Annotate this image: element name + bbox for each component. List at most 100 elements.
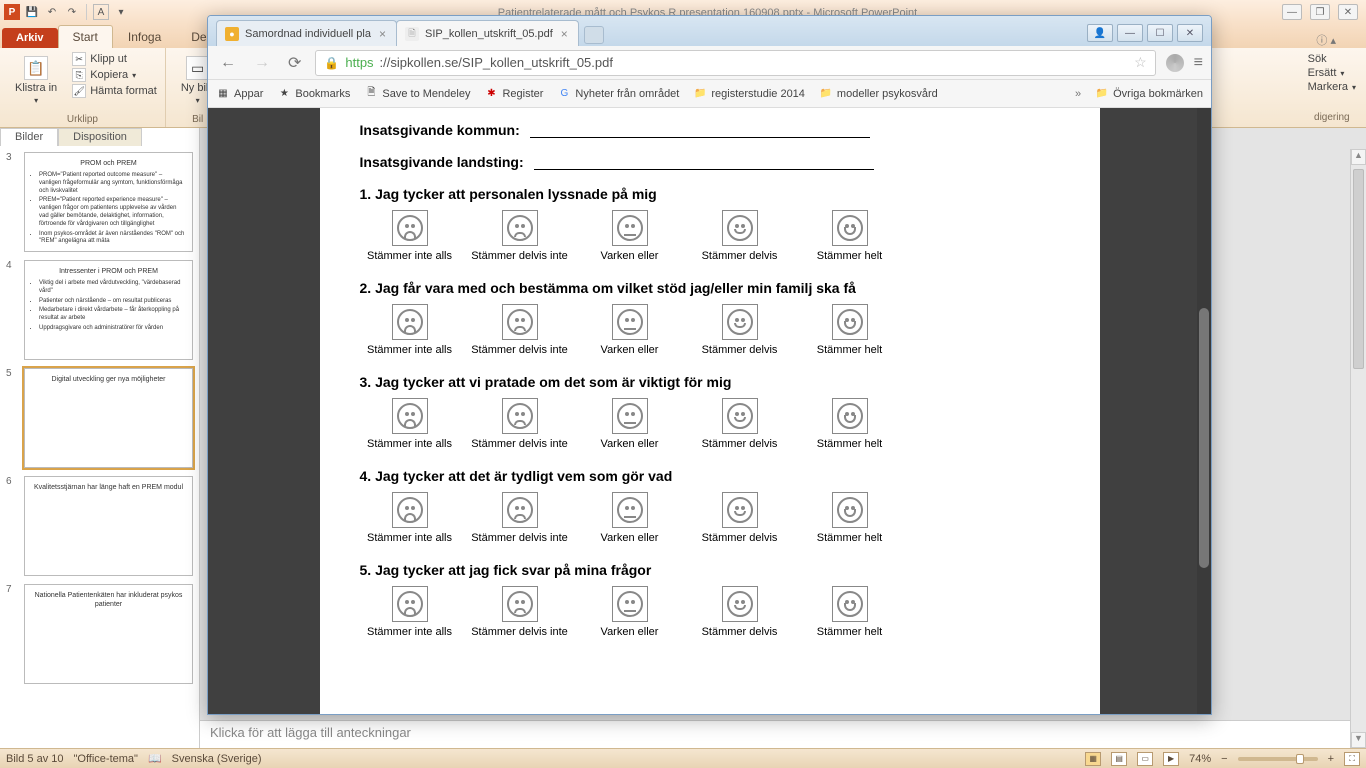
question-option[interactable]: Stämmer inte alls [360, 210, 460, 262]
question-option[interactable]: Stämmer inte alls [360, 304, 460, 356]
status-spellcheck-icon[interactable]: 📖 [148, 752, 162, 765]
question-option[interactable]: Varken eller [580, 586, 680, 638]
zoom-slider-thumb[interactable] [1296, 754, 1304, 764]
minimize-button[interactable]: — [1282, 4, 1302, 20]
input-line-kommun[interactable] [530, 124, 870, 138]
zoom-in-button[interactable]: + [1328, 753, 1334, 765]
scroll-thumb[interactable] [1353, 169, 1364, 369]
question-option[interactable]: Stämmer helt [800, 586, 900, 638]
question-option[interactable]: Stämmer helt [800, 398, 900, 450]
chrome-close-button[interactable]: ✕ [1177, 24, 1203, 42]
ribbon-help-icon[interactable]: ⓘ ▴ [1316, 32, 1366, 48]
question-option[interactable]: Stämmer delvis [690, 586, 790, 638]
bookmark-item[interactable]: ✱Register [484, 87, 543, 101]
chrome-menu-icon[interactable]: ≡ [1194, 54, 1203, 72]
question-option[interactable]: Stämmer inte alls [360, 398, 460, 450]
view-normal-icon[interactable]: ▦ [1085, 752, 1101, 766]
find-button[interactable]: Sök [1308, 52, 1356, 66]
bookmark-item[interactable]: GNyheter från området [557, 87, 679, 101]
format-painter-button[interactable]: 🖌Hämta format [72, 83, 157, 99]
bookmark-folder[interactable]: 📁modeller psykosvård [819, 87, 938, 101]
tab-insert[interactable]: Infoga [113, 25, 176, 48]
chrome-maximize-button[interactable]: ☐ [1147, 24, 1173, 42]
slide-thumbnail[interactable]: 6Kvalitetsstjärnan har länge haft en PRE… [0, 472, 199, 580]
paste-dropdown-icon[interactable]: ▾ [34, 96, 38, 105]
question-option[interactable]: Stämmer delvis [690, 398, 790, 450]
select-button[interactable]: Markera ▾ [1308, 80, 1356, 94]
scroll-up-icon[interactable]: ▲ [1351, 149, 1366, 165]
chrome-minimize-button[interactable]: — [1117, 24, 1143, 42]
question-option[interactable]: Stämmer delvis inte [470, 492, 570, 544]
question-option[interactable]: Stämmer delvis [690, 210, 790, 262]
slide-thumbnail[interactable]: 4Intressenter i PROM och PREMViktig del … [0, 256, 199, 364]
question-option[interactable]: Varken eller [580, 398, 680, 450]
question-option[interactable]: Stämmer delvis inte [470, 304, 570, 356]
editor-scrollbar[interactable]: ▲ ▼ [1350, 149, 1366, 748]
zoom-out-button[interactable]: − [1221, 753, 1227, 765]
reload-button[interactable]: ⟳ [284, 51, 305, 75]
question-option[interactable]: Stämmer helt [800, 210, 900, 262]
thumb-tab-slides[interactable]: Bilder [0, 128, 58, 146]
bookmark-item[interactable]: ★Bookmarks [277, 87, 350, 101]
view-slideshow-icon[interactable]: ▶ [1163, 752, 1179, 766]
other-bookmarks[interactable]: 📁Övriga bokmärken [1095, 87, 1203, 101]
tab-file[interactable]: Arkiv [2, 28, 58, 48]
bookmark-star-icon[interactable]: ☆ [1134, 54, 1147, 71]
bookmark-folder[interactable]: 📁registerstudie 2014 [693, 87, 805, 101]
slide-thumbnail[interactable]: 3PROM och PREMPROM="Patient reported out… [0, 148, 199, 256]
question-option[interactable]: Stämmer delvis inte [470, 210, 570, 262]
redo-icon[interactable]: ↷ [64, 4, 80, 20]
copy-button[interactable]: ⎘Kopiera ▾ [72, 67, 157, 83]
chrome-user-icon[interactable]: 👤 [1087, 24, 1113, 42]
apps-shortcut[interactable]: ▦Appar [216, 87, 263, 101]
close-button[interactable]: ✕ [1338, 4, 1358, 20]
tab-home[interactable]: Start [58, 25, 113, 48]
save-icon[interactable]: 💾 [24, 4, 40, 20]
bookmark-item[interactable]: 🗎Save to Mendeley [364, 87, 470, 101]
question-option[interactable]: Stämmer delvis inte [470, 586, 570, 638]
face-icon-box [832, 586, 868, 622]
tab-close-icon[interactable]: × [377, 27, 388, 41]
slide-thumbnail[interactable]: 7Nationella Patientenkäten har inkludera… [0, 580, 199, 688]
qat-letter[interactable]: A [93, 4, 109, 20]
zoom-slider[interactable] [1238, 757, 1318, 761]
forward-button[interactable]: → [250, 52, 274, 74]
question-option[interactable]: Stämmer delvis inte [470, 398, 570, 450]
question-option[interactable]: Varken eller [580, 304, 680, 356]
slide-thumbnails-pane[interactable]: 3PROM och PREMPROM="Patient reported out… [0, 128, 200, 748]
question-option[interactable]: Stämmer helt [800, 492, 900, 544]
question-option[interactable]: Varken eller [580, 210, 680, 262]
restore-button[interactable]: ❐ [1310, 4, 1330, 20]
pdf-scroll-thumb[interactable] [1199, 308, 1209, 568]
chrome-tab[interactable]: ●Samordnad individuell pla× [216, 20, 397, 46]
chrome-tab[interactable]: 🗎SIP_kollen_utskrift_05.pdf× [396, 20, 579, 46]
undo-icon[interactable]: ↶ [44, 4, 60, 20]
scroll-down-icon[interactable]: ▼ [1351, 732, 1366, 748]
bookmarks-overflow[interactable]: » [1075, 88, 1081, 100]
question-option[interactable]: Stämmer inte alls [360, 492, 460, 544]
thumb-tab-outline[interactable]: Disposition [58, 128, 142, 146]
chrome-new-tab-button[interactable] [584, 26, 604, 44]
question-option[interactable]: Stämmer helt [800, 304, 900, 356]
input-line-landsting[interactable] [534, 156, 874, 170]
paste-button[interactable]: 📋 Klistra in ▾ [8, 51, 64, 110]
question-option[interactable]: Varken eller [580, 492, 680, 544]
zoom-fit-icon[interactable]: ⛶ [1344, 752, 1360, 766]
new-slide-dropdown-icon[interactable]: ▾ [196, 96, 200, 105]
question-option[interactable]: Stämmer delvis [690, 304, 790, 356]
question-option[interactable]: Stämmer delvis [690, 492, 790, 544]
drive-extension-icon[interactable] [1166, 54, 1184, 72]
view-reading-icon[interactable]: ▭ [1137, 752, 1153, 766]
qat-dropdown-icon[interactable]: ▾ [113, 4, 129, 20]
notes-placeholder[interactable]: Klicka för att lägga till anteckningar [200, 720, 1366, 748]
question-option[interactable]: Stämmer inte alls [360, 586, 460, 638]
cut-button[interactable]: ✂Klipp ut [72, 51, 157, 67]
address-bar[interactable]: 🔒 https://sipkollen.se/SIP_kollen_utskri… [315, 50, 1155, 76]
slide-thumbnail[interactable]: 5Digital utveckling ger nya möjligheter [0, 364, 199, 472]
replace-button[interactable]: Ersätt ▾ [1308, 66, 1356, 80]
pdf-scrollbar[interactable] [1197, 108, 1211, 714]
tab-close-icon[interactable]: × [559, 27, 570, 41]
status-language[interactable]: Svenska (Sverige) [172, 753, 262, 765]
view-sorter-icon[interactable]: ▤ [1111, 752, 1127, 766]
back-button[interactable]: ← [216, 52, 240, 74]
